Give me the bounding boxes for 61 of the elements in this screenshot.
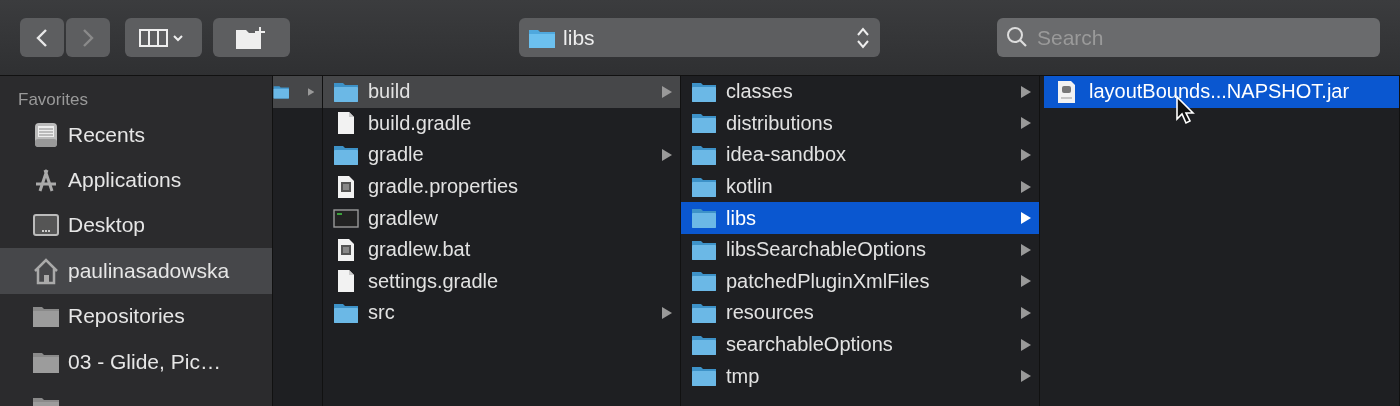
file-row[interactable]: patchedPluginXmlFiles <box>681 265 1039 298</box>
folder-icon <box>529 27 556 48</box>
disclosure-arrow-icon <box>1021 117 1031 130</box>
disclosure-arrow-icon <box>1021 212 1031 225</box>
folder-icon <box>691 206 717 231</box>
sidebar-item[interactable]: paulinasadowska <box>0 248 272 294</box>
sidebar-item[interactable]: Desktop <box>0 202 272 249</box>
search-icon <box>1006 26 1028 48</box>
sidebar-item[interactable]: Repositories <box>0 293 272 339</box>
location-label: libs <box>563 25 596 50</box>
file-row[interactable]: build.gradle <box>323 107 680 140</box>
file-row[interactable]: classes <box>681 76 1039 108</box>
file-row[interactable]: src <box>323 297 680 329</box>
chevron-left-icon <box>35 27 49 48</box>
folder-icon <box>691 269 717 294</box>
new-folder-button[interactable] <box>212 18 290 57</box>
folder-icon <box>691 364 717 389</box>
house-icon <box>32 256 60 285</box>
file-row[interactable]: settings.gradle <box>323 265 680 298</box>
folder-icon <box>691 143 717 167</box>
disclosure-arrow-icon <box>662 85 672 98</box>
sidebar-item[interactable]: Applications <box>0 157 272 203</box>
file-row[interactable]: gradlew.bat <box>323 233 680 266</box>
file-row[interactable]: resources <box>681 297 1039 329</box>
new-folder-icon <box>235 25 268 50</box>
file-row[interactable]: gradle <box>323 139 680 171</box>
file-row[interactable]: layoutBounds...NAPSHOT.jar <box>1044 76 1399 108</box>
folder-icon <box>691 111 717 136</box>
sidebar-item[interactable]: 03 - Glide, Pic… <box>0 338 272 385</box>
file-row[interactable]: distributions <box>681 107 1039 140</box>
stepper-icon <box>856 25 871 50</box>
file-row[interactable]: tmp <box>681 360 1039 392</box>
disclosure-arrow-icon <box>307 85 314 98</box>
location-popup[interactable]: libs <box>519 18 881 57</box>
disclosure-arrow-icon <box>1021 338 1031 351</box>
disclosure-arrow-icon <box>1021 149 1031 161</box>
file-row[interactable]: kotlin <box>681 170 1039 203</box>
disclosure-arrow-icon <box>1021 275 1031 288</box>
disclosure-arrow-icon <box>662 149 672 161</box>
terminal-icon <box>333 206 359 231</box>
back-button[interactable] <box>20 18 64 57</box>
view-options-button[interactable] <box>125 18 202 57</box>
sidebar-heading: Favorites <box>17 90 89 111</box>
file-row[interactable]: idea-sandbox <box>681 139 1039 171</box>
file-row[interactable]: libsSearchableOptions <box>681 233 1039 266</box>
file-row[interactable]: searchableOptions <box>681 328 1039 361</box>
file-row[interactable]: gradle.properties <box>323 170 680 203</box>
disclosure-arrow-icon <box>1021 306 1031 319</box>
disclosure-arrow-icon <box>1021 180 1031 193</box>
file-row[interactable]: build <box>323 76 680 108</box>
folder-icon <box>333 143 359 167</box>
tray-icon <box>32 120 60 149</box>
disclosure-arrow-icon <box>662 306 672 319</box>
chevron-right-icon <box>81 27 95 48</box>
sidebar-item[interactable]: Recents <box>0 112 272 158</box>
file-row[interactable]: gradlew <box>323 202 680 234</box>
disclosure-arrow-icon <box>1021 85 1031 98</box>
file-row[interactable] <box>273 76 322 108</box>
disclosure-arrow-icon <box>1021 370 1031 383</box>
file-row[interactable]: libs <box>681 202 1039 234</box>
disclosure-arrow-icon <box>1021 243 1031 256</box>
